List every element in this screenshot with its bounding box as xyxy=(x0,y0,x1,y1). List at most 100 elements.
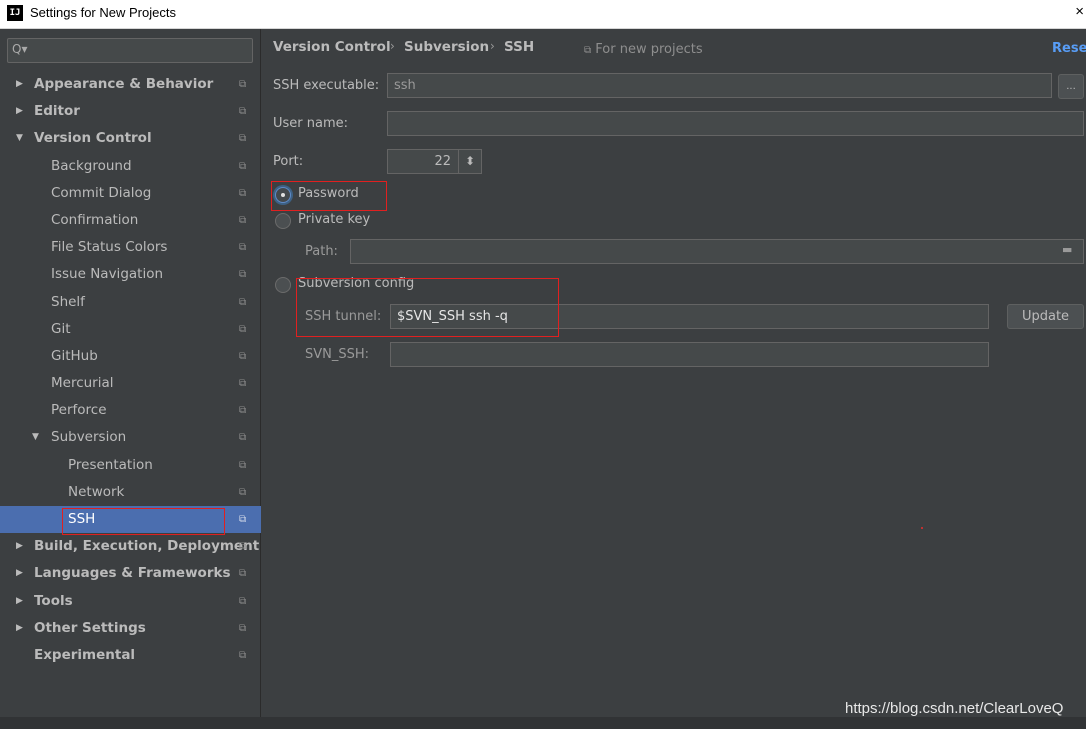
copy-icon: ⧉ xyxy=(239,323,247,335)
sidebar-item-appearance-behavior[interactable]: ▶ Appearance & Behavior ⧉ xyxy=(0,71,261,98)
intellij-logo-icon: IJ xyxy=(7,5,23,21)
sidebar-item-label: Mercurial xyxy=(51,375,114,392)
watermark-text: https://blog.csdn.net/ClearLoveQ xyxy=(845,700,1064,717)
copy-icon: ⧉ xyxy=(239,187,247,199)
copy-icon: ⧉ xyxy=(239,514,247,525)
breadcrumb-separator: › xyxy=(490,39,495,53)
svn-ssh-label: SVN_SSH: xyxy=(305,347,370,362)
sidebar-item-presentation[interactable]: Presentation ⧉ xyxy=(0,452,261,479)
sidebar-item-shelf[interactable]: Shelf ⧉ xyxy=(0,289,261,316)
sidebar-item-label: Confirmation xyxy=(51,211,139,228)
sidebar-item-label: File Status Colors xyxy=(51,239,168,256)
sidebar-item-label: Background xyxy=(51,157,132,174)
copy-icon: ⧉ xyxy=(239,568,247,580)
sidebar-item-file-status-colors[interactable]: File Status Colors ⧉ xyxy=(0,234,261,261)
copy-icon: ⧉ xyxy=(239,79,247,90)
settings-sidebar: Q▾ ▶ Appearance & Behavior ⧉ ▶ Editor ⧉ ▼ Versi… xyxy=(0,29,261,717)
sidebar-item-git[interactable]: Git ⧉ xyxy=(0,316,261,343)
copy-icon: ⧉ xyxy=(239,350,247,362)
copy-icon: ⧉ xyxy=(239,269,247,281)
collapsed-arrow-icon[interactable]: ▶ xyxy=(16,560,23,587)
path-field[interactable] xyxy=(350,239,1084,264)
sidebar-item-label: GitHub xyxy=(51,347,98,364)
user-name-field[interactable] xyxy=(387,111,1084,136)
copy-icon: ⧉ xyxy=(584,45,592,56)
copy-icon: ⧉ xyxy=(239,214,247,226)
browse-button[interactable]: ... xyxy=(1058,74,1084,99)
settings-search-input[interactable]: Q▾ xyxy=(7,38,253,63)
sidebar-item-label: Commit Dialog xyxy=(51,184,152,201)
sidebar-item-label: Subversion xyxy=(51,429,127,446)
sidebar-item-build-execution-deployment[interactable]: ▶ Build, Execution, Deployment ⧉ xyxy=(0,533,261,560)
sidebar-item-mercurial[interactable]: Mercurial ⧉ xyxy=(0,370,261,397)
sidebar-item-github[interactable]: GitHub ⧉ xyxy=(0,343,261,370)
subversion-config-radio[interactable] xyxy=(275,277,291,293)
copy-icon: ⧉ xyxy=(239,459,247,471)
sidebar-item-label: Perforce xyxy=(51,402,107,419)
collapsed-arrow-icon[interactable]: ▶ xyxy=(16,98,23,125)
copy-icon: ⧉ xyxy=(239,541,247,553)
breadcrumb-ssh: SSH xyxy=(504,39,535,55)
copy-icon: ⧉ xyxy=(239,405,247,417)
collapsed-arrow-icon[interactable]: ▶ xyxy=(16,71,23,98)
copy-icon: ⧉ xyxy=(239,432,247,444)
sidebar-item-subversion[interactable]: ▼ Subversion ⧉ xyxy=(0,424,261,451)
sidebar-item-label: Version Control xyxy=(34,130,152,147)
copy-icon: ⧉ xyxy=(239,106,247,118)
update-button[interactable]: Update xyxy=(1007,304,1084,329)
copy-icon: ⧉ xyxy=(239,296,247,308)
sidebar-item-confirmation[interactable]: Confirmation ⧉ xyxy=(0,207,261,234)
collapsed-arrow-icon[interactable]: ▶ xyxy=(16,533,23,560)
close-icon[interactable]: × xyxy=(1075,3,1084,20)
collapsed-arrow-icon[interactable]: ▶ xyxy=(16,615,23,642)
sidebar-item-version-control[interactable]: ▼ Version Control ⧉ xyxy=(0,125,261,152)
scope-indicator: ⧉ For new projects xyxy=(584,42,703,57)
private-key-label[interactable]: Private key xyxy=(298,212,370,227)
sidebar-item-network[interactable]: Network ⧉ xyxy=(0,479,261,506)
port-spinner-icon[interactable]: ⬍ xyxy=(458,150,481,173)
settings-tree: ▶ Appearance & Behavior ⧉ ▶ Editor ⧉ ▼ Version … xyxy=(0,71,261,669)
expanded-arrow-icon[interactable]: ▼ xyxy=(32,424,39,451)
sidebar-item-label: Presentation xyxy=(68,456,153,473)
sidebar-item-tools[interactable]: ▶ Tools ⧉ xyxy=(0,588,261,615)
ssh-executable-field[interactable]: ssh xyxy=(387,73,1052,98)
sidebar-item-label: Issue Navigation xyxy=(51,266,164,283)
svn-ssh-field[interactable] xyxy=(390,342,989,367)
breadcrumb-separator: › xyxy=(390,39,395,53)
sidebar-item-label: Network xyxy=(68,483,125,500)
breadcrumb-subversion[interactable]: Subversion xyxy=(404,39,489,55)
user-name-label: User name: xyxy=(273,116,349,131)
copy-icon: ⧉ xyxy=(239,486,247,498)
sidebar-item-label: Build, Execution, Deployment xyxy=(34,538,260,555)
sidebar-item-background[interactable]: Background ⧉ xyxy=(0,153,261,180)
sidebar-item-label: Experimental xyxy=(34,646,136,663)
copy-icon: ⧉ xyxy=(239,160,247,172)
collapsed-arrow-icon[interactable]: ▶ xyxy=(16,588,23,615)
breadcrumb-version-control[interactable]: Version Control xyxy=(273,39,391,55)
sidebar-item-label: Tools xyxy=(34,592,73,609)
sidebar-item-perforce[interactable]: Perforce ⧉ xyxy=(0,397,261,424)
settings-main-panel: Version Control › Subversion › SSH ⧉ For… xyxy=(262,29,1086,717)
sidebar-item-label: Shelf xyxy=(51,293,85,310)
sidebar-item-commit-dialog[interactable]: Commit Dialog ⧉ xyxy=(0,180,261,207)
sidebar-item-languages-frameworks[interactable]: ▶ Languages & Frameworks ⧉ xyxy=(0,560,261,587)
highlight-box xyxy=(271,181,387,211)
ssh-executable-label: SSH executable: xyxy=(273,78,380,93)
stray-dot xyxy=(921,527,923,529)
copy-icon: ⧉ xyxy=(239,133,247,145)
reset-link[interactable]: Reset xyxy=(1052,41,1086,56)
sidebar-item-label: Other Settings xyxy=(34,619,146,636)
port-label: Port: xyxy=(273,154,304,169)
sidebar-item-editor[interactable]: ▶ Editor ⧉ xyxy=(0,98,261,125)
sidebar-item-experimental[interactable]: Experimental ⧉ xyxy=(0,642,261,669)
highlight-box xyxy=(62,508,225,535)
folder-icon[interactable]: ▬ xyxy=(1062,243,1072,256)
expanded-arrow-icon[interactable]: ▼ xyxy=(16,125,23,152)
copy-icon: ⧉ xyxy=(239,649,247,661)
highlight-box xyxy=(296,278,559,337)
scope-label: For new projects xyxy=(595,42,703,57)
private-key-radio[interactable] xyxy=(275,213,291,229)
sidebar-item-label: Editor xyxy=(34,103,80,120)
sidebar-item-other-settings[interactable]: ▶ Other Settings ⧉ xyxy=(0,615,261,642)
sidebar-item-issue-navigation[interactable]: Issue Navigation ⧉ xyxy=(0,261,261,288)
